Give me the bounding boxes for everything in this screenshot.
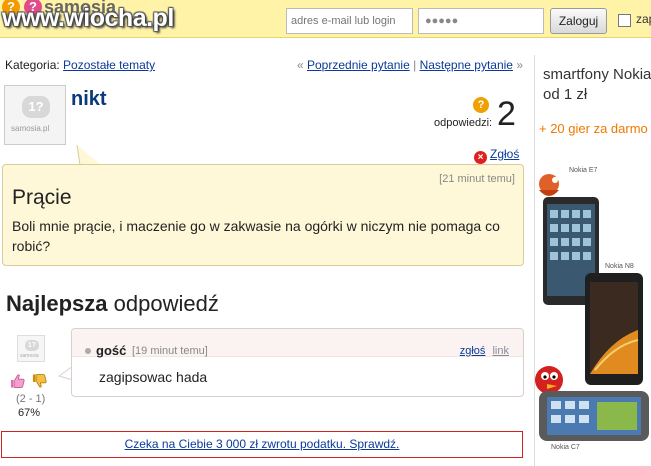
- breadcrumb: Kategoria: Pozostałe tematy: [5, 58, 155, 72]
- question-mark-icon: ?: [473, 97, 489, 113]
- remember-label: zap: [636, 12, 651, 26]
- phone-label-n8: Nokia N8: [605, 263, 634, 270]
- vote-percent: 67%: [18, 407, 41, 419]
- phone-label-c7: Nokia C7: [551, 444, 580, 451]
- answer-timestamp: [19 minut temu]: [132, 345, 208, 357]
- answer-text: zagipsowac hada: [99, 369, 208, 385]
- answers-count: 2: [497, 95, 516, 133]
- question-body: Boli mnie prącie, i maczenie go w zakwas…: [12, 218, 500, 254]
- prev-question-link[interactable]: Poprzednie pytanie: [307, 58, 410, 72]
- best-answer-heading-rest: odpowiedź: [113, 291, 219, 316]
- next-question-link[interactable]: Następne pytanie: [420, 58, 513, 72]
- answer-bullet-icon: [85, 348, 91, 354]
- ad-phones-image: [535, 174, 649, 441]
- answers-label: odpowiedzi:: [434, 117, 493, 129]
- nav-separator: |: [413, 58, 417, 72]
- answer-author-avatar[interactable]: 1? samosia: [17, 335, 45, 362]
- ad-banner[interactable]: smartfony Nokia od 1 zł + 20 gier za dar…: [534, 55, 651, 466]
- ad-title: smartfony Nokia od 1 zł: [543, 66, 651, 103]
- report-question[interactable]: × Zgłoś: [474, 147, 519, 164]
- avatar-brand: samosia: [20, 353, 39, 359]
- promo-link[interactable]: Czeka na Ciebie 3 000 zł zwrotu podatku.…: [125, 437, 400, 451]
- password-input[interactable]: [418, 8, 544, 34]
- question-author-avatar[interactable]: 1? samosia.pl: [4, 85, 66, 145]
- top-bar: ? ? samosia www.wiocha.pl Zaloguj zap: [0, 0, 651, 38]
- vote-range: (2 - 1): [16, 393, 46, 405]
- best-answer-heading: Najlepsza odpowiedź: [6, 291, 219, 317]
- report-icon: ×: [474, 151, 487, 164]
- question-author-name[interactable]: nikt: [71, 88, 107, 111]
- promo-banner: Czeka na Ciebie 3 000 zł zwrotu podatku.…: [1, 431, 523, 458]
- ad-subtitle: + 20 gier za darmo: [539, 121, 648, 136]
- nokia-n8-phone: [585, 273, 643, 385]
- category-label: Kategoria:: [5, 58, 60, 72]
- avatar-bubble-icon: 1?: [22, 96, 50, 118]
- answer-box: gość [19 minut temu] zgłoś link zagipsow…: [71, 328, 524, 397]
- site-logo[interactable]: ? ? samosia www.wiocha.pl: [0, 0, 200, 38]
- prev-arrow-icon: «: [296, 58, 304, 72]
- answer-permalink[interactable]: link: [492, 345, 509, 357]
- answer-author-name[interactable]: gość: [96, 343, 126, 358]
- report-answer-link[interactable]: zgłoś: [460, 345, 486, 357]
- remember-checkbox[interactable]: [618, 14, 631, 27]
- avatar-brand: samosia.pl: [11, 124, 50, 133]
- email-login-input[interactable]: [286, 8, 413, 34]
- answer-actions: zgłoś link: [460, 345, 509, 357]
- nokia-c7-phone: [539, 391, 649, 441]
- question-title: Prącie: [12, 186, 72, 209]
- question-navigation: « Poprzednie pytanie | Następne pytanie …: [297, 58, 523, 72]
- thumb-up-icon[interactable]: [10, 373, 25, 389]
- avatar-bubble-icon: 1?: [25, 340, 39, 351]
- question-box: [21 minut temu] Prącie Boli mnie prącie,…: [2, 164, 524, 266]
- phone-label-e7: Nokia E7: [569, 167, 598, 174]
- watermark: www.wiocha.pl: [2, 4, 174, 32]
- question-timestamp: [21 minut temu]: [439, 173, 515, 185]
- report-question-link[interactable]: Zgłoś: [490, 147, 519, 161]
- best-answer-heading-bold: Najlepsza: [6, 291, 108, 316]
- category-link[interactable]: Pozostałe tematy: [63, 58, 155, 72]
- angry-bird-shape: [535, 366, 563, 394]
- next-arrow-icon: »: [516, 58, 523, 72]
- thumb-down-icon[interactable]: [32, 373, 47, 389]
- login-button[interactable]: Zaloguj: [550, 8, 607, 34]
- speech-tail-icon: [76, 144, 101, 166]
